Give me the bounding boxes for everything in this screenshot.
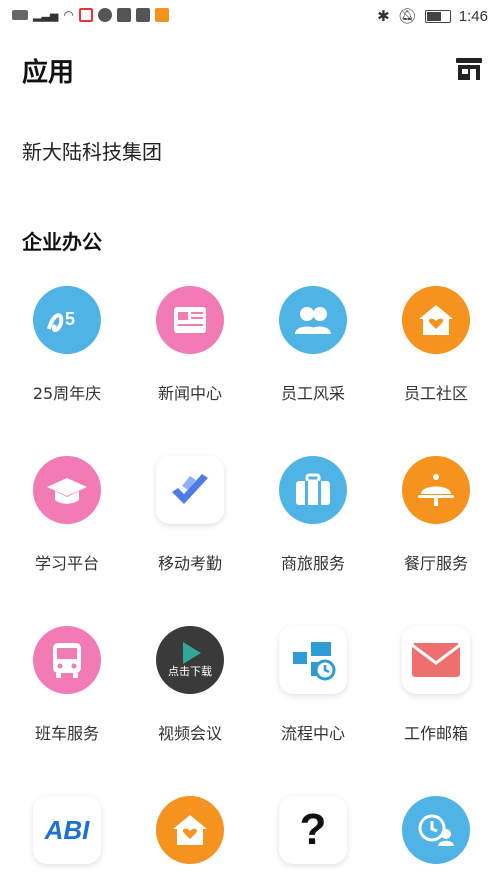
- app-shuttle-bus[interactable]: 班车服务: [5, 626, 129, 744]
- mute-icon: 🔕︎: [397, 8, 417, 25]
- home-heart-icon: [402, 286, 470, 354]
- app-time-attendance[interactable]: [374, 796, 498, 864]
- app-label: 员工风采: [280, 384, 345, 403]
- abi-text: ABI: [44, 814, 90, 845]
- status-time: 1:46: [458, 7, 488, 25]
- clock-person-icon: [402, 796, 470, 864]
- graduation-cap-icon: [33, 456, 101, 524]
- app-video-conference[interactable]: 点击下载 视频会议: [128, 626, 252, 744]
- bluetooth-icon: ✱: [377, 8, 390, 25]
- hd-icon: [12, 10, 28, 20]
- app-learning-platform[interactable]: 学习平台: [5, 456, 129, 574]
- app-label: 班车服务: [34, 724, 99, 743]
- attendance-check-icon: [156, 456, 224, 524]
- suitcase-icon: [279, 456, 347, 524]
- anniversary-icon: 5: [33, 286, 101, 354]
- app-employee-community[interactable]: 员工社区: [374, 286, 498, 404]
- status-icons-left: ▂▃▅ ◠: [12, 8, 169, 22]
- store-icon[interactable]: [455, 56, 483, 82]
- app-business-travel[interactable]: 商旅服务: [251, 456, 375, 574]
- app-label: 商旅服务: [280, 554, 345, 573]
- app-label: 流程中心: [280, 724, 345, 743]
- workflow-icon: [279, 626, 347, 694]
- wifi-icon: ◠: [63, 8, 74, 22]
- status-bar: ▂▃▅ ◠ ✱ 🔕︎ 1:46: [0, 0, 500, 34]
- app-notification-icon: [78, 8, 93, 22]
- app-label: 视频会议: [157, 724, 222, 743]
- news-icon: [156, 286, 224, 354]
- download-icon: [135, 8, 150, 22]
- message-icon: [116, 8, 131, 22]
- section-title: 企业办公: [22, 230, 102, 254]
- app-work-mail[interactable]: 工作邮箱: [374, 626, 498, 744]
- app-restaurant-service[interactable]: 餐厅服务: [374, 456, 498, 574]
- home-heart-icon: [156, 796, 224, 864]
- battery-icon: [424, 9, 451, 23]
- app-label: 员工社区: [403, 384, 468, 403]
- app-label: 学习平台: [34, 554, 99, 573]
- food-cloche-icon: [402, 456, 470, 524]
- status-icons-right: ✱ 🔕︎ 1:46: [377, 7, 488, 26]
- app-help[interactable]: ?: [251, 796, 375, 864]
- app-news-center[interactable]: 新闻中心: [128, 286, 252, 404]
- app-25-anniversary[interactable]: 5 25周年庆: [5, 286, 129, 404]
- app-employee-style[interactable]: 员工风采: [251, 286, 375, 404]
- bus-icon: [33, 626, 101, 694]
- abi-icon: ABI: [33, 796, 101, 864]
- mail-icon: [402, 626, 470, 694]
- app-mobile-attendance[interactable]: 移动考勤: [128, 456, 252, 574]
- app-label: 新闻中心: [157, 384, 222, 403]
- app-label: 移动考勤: [157, 554, 222, 573]
- app-label: 工作邮箱: [403, 724, 468, 743]
- video-play-icon: 点击下载: [156, 626, 224, 694]
- page-title: 应用: [22, 58, 75, 88]
- vpn-icon: [97, 8, 112, 22]
- video-icon: [154, 8, 169, 22]
- video-overlay-text: 点击下载: [168, 665, 212, 678]
- signal-icon: ▂▃▅: [33, 9, 59, 22]
- svg-text:5: 5: [65, 309, 75, 329]
- app-home[interactable]: [128, 796, 252, 864]
- question-text: ?: [299, 805, 327, 854]
- question-icon: ?: [279, 796, 347, 864]
- organization-name[interactable]: 新大陆科技集团: [22, 136, 162, 165]
- people-icon: [279, 286, 347, 354]
- app-label: 餐厅服务: [403, 554, 468, 573]
- app-abi[interactable]: ABI: [5, 796, 129, 864]
- app-workflow-center[interactable]: 流程中心: [251, 626, 375, 744]
- app-label: 25周年庆: [32, 384, 102, 403]
